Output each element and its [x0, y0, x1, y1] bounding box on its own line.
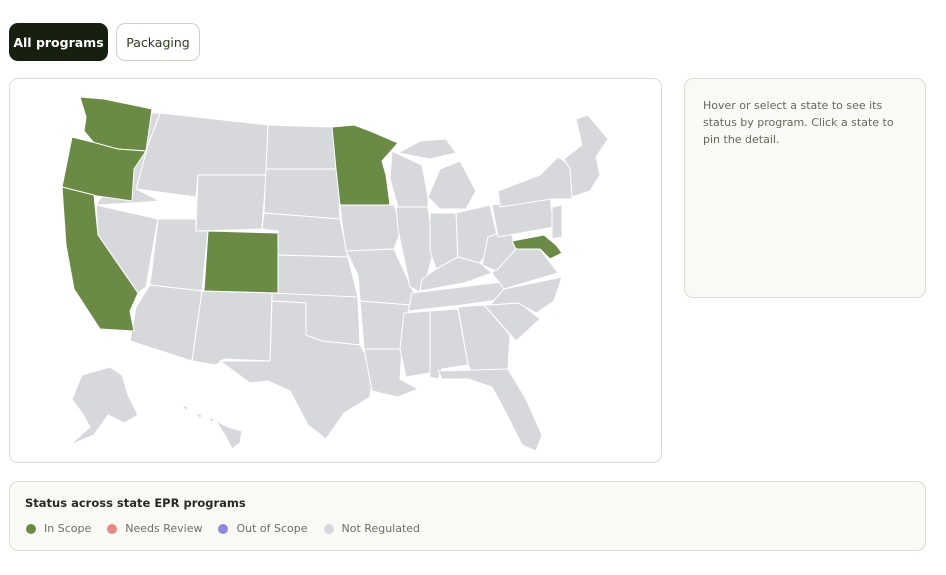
- in-scope-dot-icon: [26, 523, 36, 534]
- state-new-jersey[interactable]: [551, 204, 563, 240]
- state-iowa[interactable]: [339, 204, 403, 252]
- needs-review-dot-icon: [107, 523, 118, 534]
- state-wisconsin[interactable]: [389, 150, 429, 208]
- state-detail-panel: Hover or select a state to see its statu…: [684, 78, 926, 298]
- legend-label: Needs Review: [125, 522, 203, 535]
- state-michigan-up[interactable]: [397, 138, 457, 160]
- tab-packaging[interactable]: Packaging: [116, 23, 200, 61]
- state-new-mexico[interactable]: [191, 290, 273, 366]
- legend-item-out-of-scope: Out of Scope: [218, 522, 308, 535]
- state-hawaii[interactable]: [215, 420, 243, 450]
- legend-label: Not Regulated: [341, 522, 421, 535]
- state-florida[interactable]: [437, 368, 543, 452]
- state-colorado[interactable]: [203, 230, 279, 294]
- legend-list: In Scope Needs Review Out of Scope Not R…: [26, 522, 420, 535]
- legend-label: Out of Scope: [236, 522, 308, 535]
- legend-item-needs-review: Needs Review: [107, 522, 202, 535]
- out-of-scope-dot-icon: [218, 523, 229, 534]
- legend-item-not-regulated: Not Regulated: [323, 522, 421, 535]
- state-arizona[interactable]: [129, 284, 203, 362]
- state-north-dakota[interactable]: [265, 124, 339, 170]
- legend-label: In Scope: [44, 522, 92, 535]
- state-new-york[interactable]: [497, 156, 573, 208]
- state-minnesota[interactable]: [331, 124, 399, 206]
- tab-all-programs[interactable]: All programs: [9, 23, 108, 61]
- state-kansas[interactable]: [275, 254, 359, 298]
- legend-panel: Status across state EPR programs In Scop…: [9, 481, 926, 551]
- state-south-dakota[interactable]: [263, 168, 341, 220]
- not-regulated-dot-icon: [323, 523, 334, 534]
- state-mississippi[interactable]: [399, 310, 431, 378]
- hawaii-islets: [181, 404, 215, 424]
- state-michigan[interactable]: [427, 160, 477, 210]
- us-map-panel: [9, 78, 662, 463]
- detail-placeholder-text: Hover or select a state to see its statu…: [703, 99, 894, 146]
- legend-title: Status across state EPR programs: [25, 496, 246, 510]
- legend-item-in-scope: In Scope: [26, 522, 91, 535]
- state-alaska[interactable]: [69, 366, 139, 446]
- us-map: [61, 96, 609, 452]
- state-wyoming[interactable]: [195, 174, 267, 232]
